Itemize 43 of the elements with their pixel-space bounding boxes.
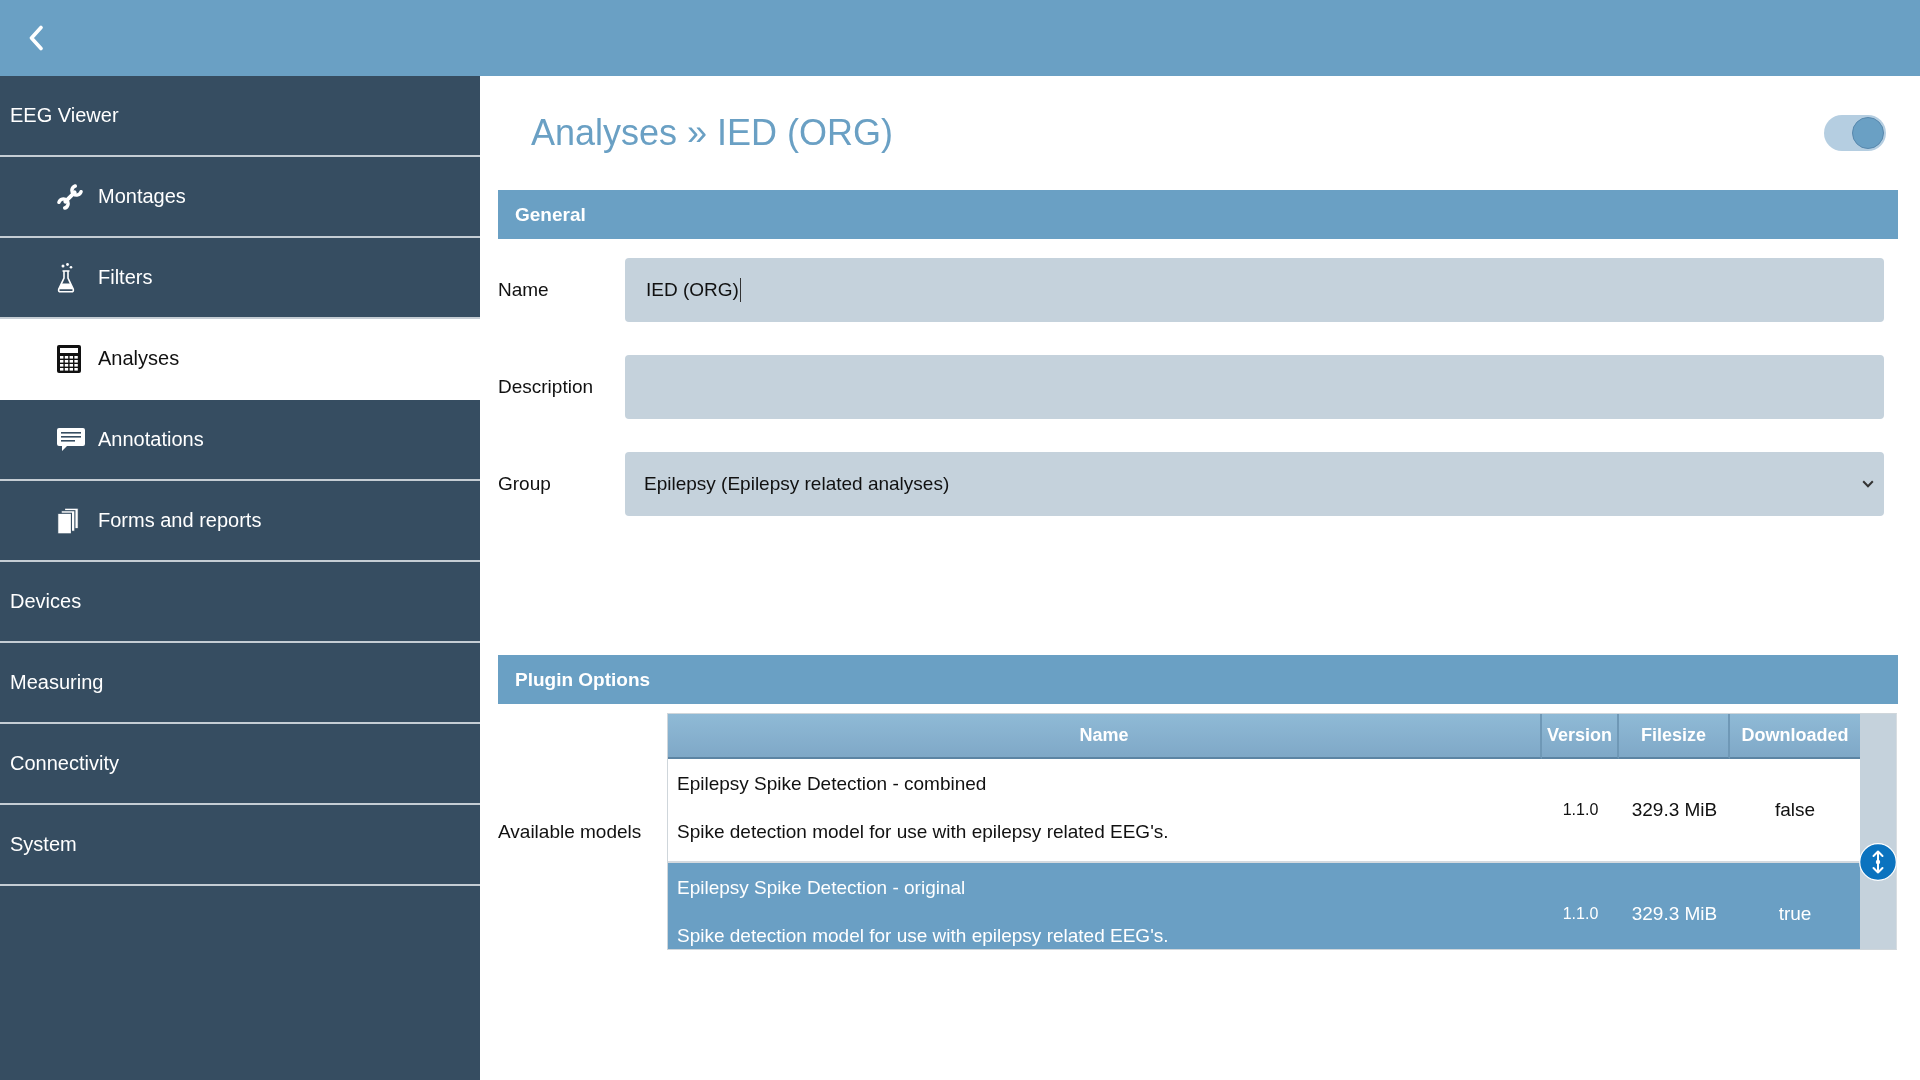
table-cell-text: 329.3 MiB [1630,798,1719,822]
sidebar-item[interactable]: Measuring [0,643,480,724]
sidebar-item[interactable]: Annotations [0,400,480,481]
field-label: Group [498,473,551,495]
column-header: Filesize [1619,714,1730,759]
field-label: Description [498,376,594,398]
toggle-switch[interactable] [1824,115,1886,151]
text-field[interactable]: IED (ORG) [625,258,1884,322]
sidebar-item[interactable]: Devices [0,562,480,643]
table-cell-text: 1.1.0 [1561,800,1600,820]
model-name: Epilepsy Spike Detection - combined [677,773,987,795]
field-label: Name [498,279,549,301]
wrench-icon [57,183,83,210]
column-header: Downloaded [1730,714,1860,759]
back-icon[interactable] [28,25,44,51]
page-title: Analyses » IED (ORG) [531,112,894,154]
section-header: General [498,190,1898,239]
model-description: Spike detection model for use with epilepsy related EEG's. [677,821,1169,843]
column-header: Name [668,714,1542,759]
sidebar-item[interactable]: Connectivity [0,724,480,805]
speech-bubble-icon [57,428,85,451]
table-cell-text: 1.1.0 [1561,904,1600,924]
table-cell-text: 329.3 MiB [1630,902,1719,926]
table-cell-text: true [1777,902,1813,926]
model-description: Spike detection model for use with epilepsy related EEG's. [677,925,1169,947]
sidebar-item[interactable]: System [0,805,480,886]
documents-icon [57,506,79,535]
section-header: Plugin Options [498,655,1898,704]
model-name: Epilepsy Spike Detection - original [677,877,966,899]
dropdown-field[interactable]: Epilepsy (Epilepsy related analyses) [625,452,1884,516]
table-cell-text: false [1773,798,1817,822]
calculator-icon [57,344,81,373]
sidebar-item[interactable]: Montages [0,157,480,238]
sidebar-item[interactable]: Analyses [0,319,480,400]
text-field[interactable] [625,355,1884,419]
scroll-handle-icon[interactable] [1859,843,1897,881]
sidebar-item[interactable]: Forms and reports [0,481,480,562]
scrollbar[interactable] [1860,714,1896,949]
sidebar-item[interactable]: EEG Viewer [0,76,480,157]
column-header: Version [1542,714,1619,759]
flask-icon [57,262,75,293]
chevron-down-icon [1862,480,1874,488]
field-label: Available models [498,820,642,843]
